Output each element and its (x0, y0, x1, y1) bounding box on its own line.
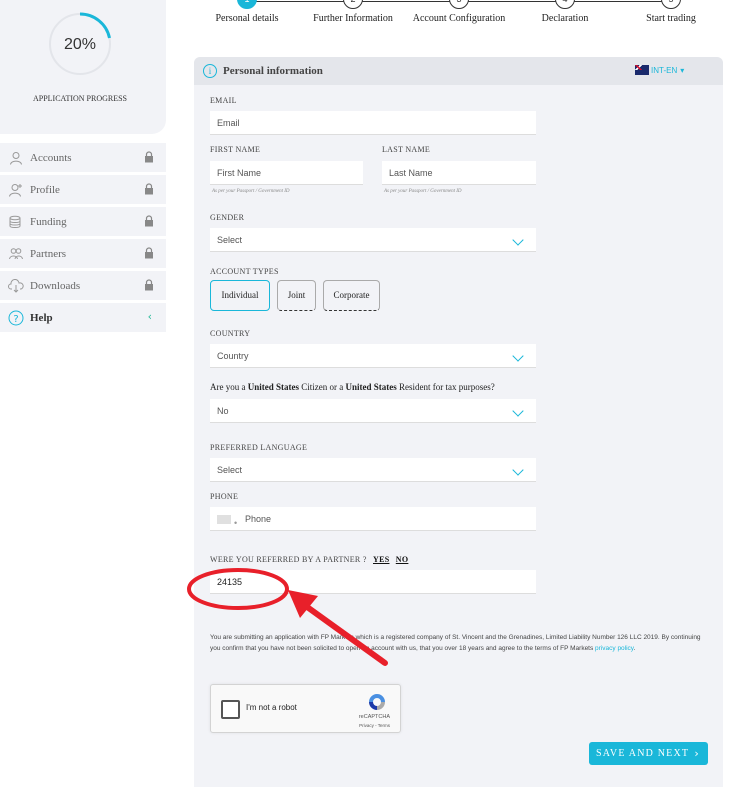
step-label: Further Information (313, 13, 393, 24)
preferred-language-value: Select (217, 465, 243, 475)
us-tax-value: No (217, 406, 229, 416)
phone-placeholder: Phone (245, 514, 272, 524)
last-name-field[interactable]: Last Name (382, 161, 536, 185)
account-type-corporate[interactable]: Corporate (323, 280, 380, 311)
email-field[interactable]: Email (210, 111, 536, 135)
user-icon (8, 150, 24, 166)
progress-percent: 20% (63, 36, 97, 53)
step-number: 5 (661, 0, 681, 9)
lock-icon (145, 247, 153, 259)
step-label: Start trading (646, 13, 696, 24)
sidebar-item-label: Downloads (30, 279, 81, 292)
users-icon (8, 246, 24, 262)
sidebar-item-label: Help (30, 311, 53, 324)
svg-text:?: ? (13, 314, 18, 325)
chevron-down-icon (512, 234, 524, 246)
cloud-download-icon (8, 278, 24, 294)
caret-down-icon: ▾ (680, 65, 685, 75)
gender-select[interactable]: Select (210, 228, 536, 252)
chevron-down-icon (512, 405, 524, 417)
sidebar-item-label: Funding (30, 215, 67, 228)
step-label: Personal details (215, 13, 279, 24)
panel-title: Personal information (223, 65, 323, 77)
country-flag-icon (217, 515, 231, 524)
help-icon: ? (8, 310, 24, 326)
progress-stepper: 1 Personal details 2 Further Information… (200, 0, 740, 30)
account-type-individual[interactable]: Individual (210, 280, 270, 311)
save-and-next-button[interactable]: SAVE AND NEXT › (589, 742, 708, 765)
referral-yes-link[interactable]: YES (373, 555, 389, 564)
sidebar-item-label: Accounts (30, 151, 72, 164)
chevron-left-icon: ‹ (147, 310, 152, 323)
lock-icon (145, 279, 153, 291)
recaptcha-logo-icon (369, 694, 385, 710)
lock-icon (145, 183, 153, 195)
personal-information-panel: i Personal information INT-EN ▾ EMAIL Em… (194, 57, 723, 787)
recaptcha-brand: reCAPTCHA (358, 714, 390, 720)
email-label: EMAIL (210, 96, 237, 105)
sidebar-nav: Accounts Profile Funding Partners Downlo… (0, 143, 166, 335)
save-button-label: SAVE AND NEXT (596, 748, 690, 759)
phone-field[interactable]: • Phone (210, 507, 536, 531)
referral-label: WERE YOU REFERRED BY A PARTNER ? YES NO (210, 555, 409, 564)
sidebar-item-profile[interactable]: Profile (0, 175, 166, 204)
chevron-down-icon (512, 350, 524, 362)
user-plus-icon (8, 182, 24, 198)
country-select[interactable]: Country (210, 344, 536, 368)
sidebar-item-downloads[interactable]: Downloads (0, 271, 166, 300)
australia-flag-icon (635, 65, 649, 75)
us-tax-question: Are you a United States Citizen or a Uni… (210, 382, 495, 392)
country-value: Country (217, 351, 249, 361)
step-label: Account Configuration (412, 13, 506, 24)
progress-label: APPLICATION PROGRESS (32, 94, 128, 103)
preferred-language-label: PREFERRED LANGUAGE (210, 443, 308, 452)
sidebar-item-funding[interactable]: Funding (0, 207, 166, 236)
last-name-label: LAST NAME (382, 145, 431, 154)
chevron-down-icon (512, 464, 524, 476)
lock-icon (145, 151, 153, 163)
preferred-language-select[interactable]: Select (210, 458, 536, 482)
sidebar-item-partners[interactable]: Partners (0, 239, 166, 268)
phone-separator: • (234, 518, 238, 528)
partner-id-field[interactable]: 24135 (210, 570, 536, 594)
sidebar-item-label: Profile (30, 183, 60, 196)
recaptcha-widget: I'm not a robot reCAPTCHA Privacy - Term… (210, 684, 401, 733)
phone-label: PHONE (210, 492, 239, 501)
chevron-right-icon: › (694, 747, 700, 760)
sidebar-item-label: Partners (30, 247, 67, 260)
first-name-field[interactable]: First Name (210, 161, 363, 185)
coins-icon (8, 214, 24, 230)
account-types-label: ACCOUNT TYPES (210, 267, 279, 276)
sidebar-item-help[interactable]: ? Help ‹ (0, 303, 166, 332)
country-label: COUNTRY (210, 329, 251, 338)
recaptcha-terms[interactable]: Privacy - Terms (359, 723, 390, 728)
step-number: 4 (555, 0, 575, 9)
language-label: INT-EN (651, 65, 678, 75)
recaptcha-label: I'm not a robot (246, 703, 297, 712)
step-number: 2 (343, 0, 363, 9)
gender-label: GENDER (210, 213, 245, 222)
progress-card: 20% APPLICATION PROGRESS (0, 0, 166, 134)
panel-header: i Personal information INT-EN ▾ (194, 57, 723, 85)
first-name-label: FIRST NAME (210, 145, 261, 154)
sidebar-item-accounts[interactable]: Accounts (0, 143, 166, 172)
us-tax-select[interactable]: No (210, 399, 536, 423)
step-number: 1 (237, 0, 257, 9)
info-icon: i (203, 64, 217, 78)
first-name-hint: As per your Passport / Government ID (212, 189, 290, 194)
recaptcha-checkbox[interactable] (221, 700, 240, 719)
gender-value: Select (217, 235, 243, 245)
privacy-policy-link[interactable]: privacy policy (595, 645, 634, 652)
last-name-hint: As per your Passport / Government ID (384, 189, 462, 194)
disclaimer-text: You are submitting an application with F… (210, 634, 701, 652)
step-number: 3 (449, 0, 469, 9)
account-type-joint[interactable]: Joint (277, 280, 316, 311)
language-selector[interactable]: INT-EN ▾ (635, 65, 684, 75)
step-label: Declaration (541, 13, 589, 24)
referral-no-link[interactable]: NO (396, 555, 409, 564)
lock-icon (145, 215, 153, 227)
